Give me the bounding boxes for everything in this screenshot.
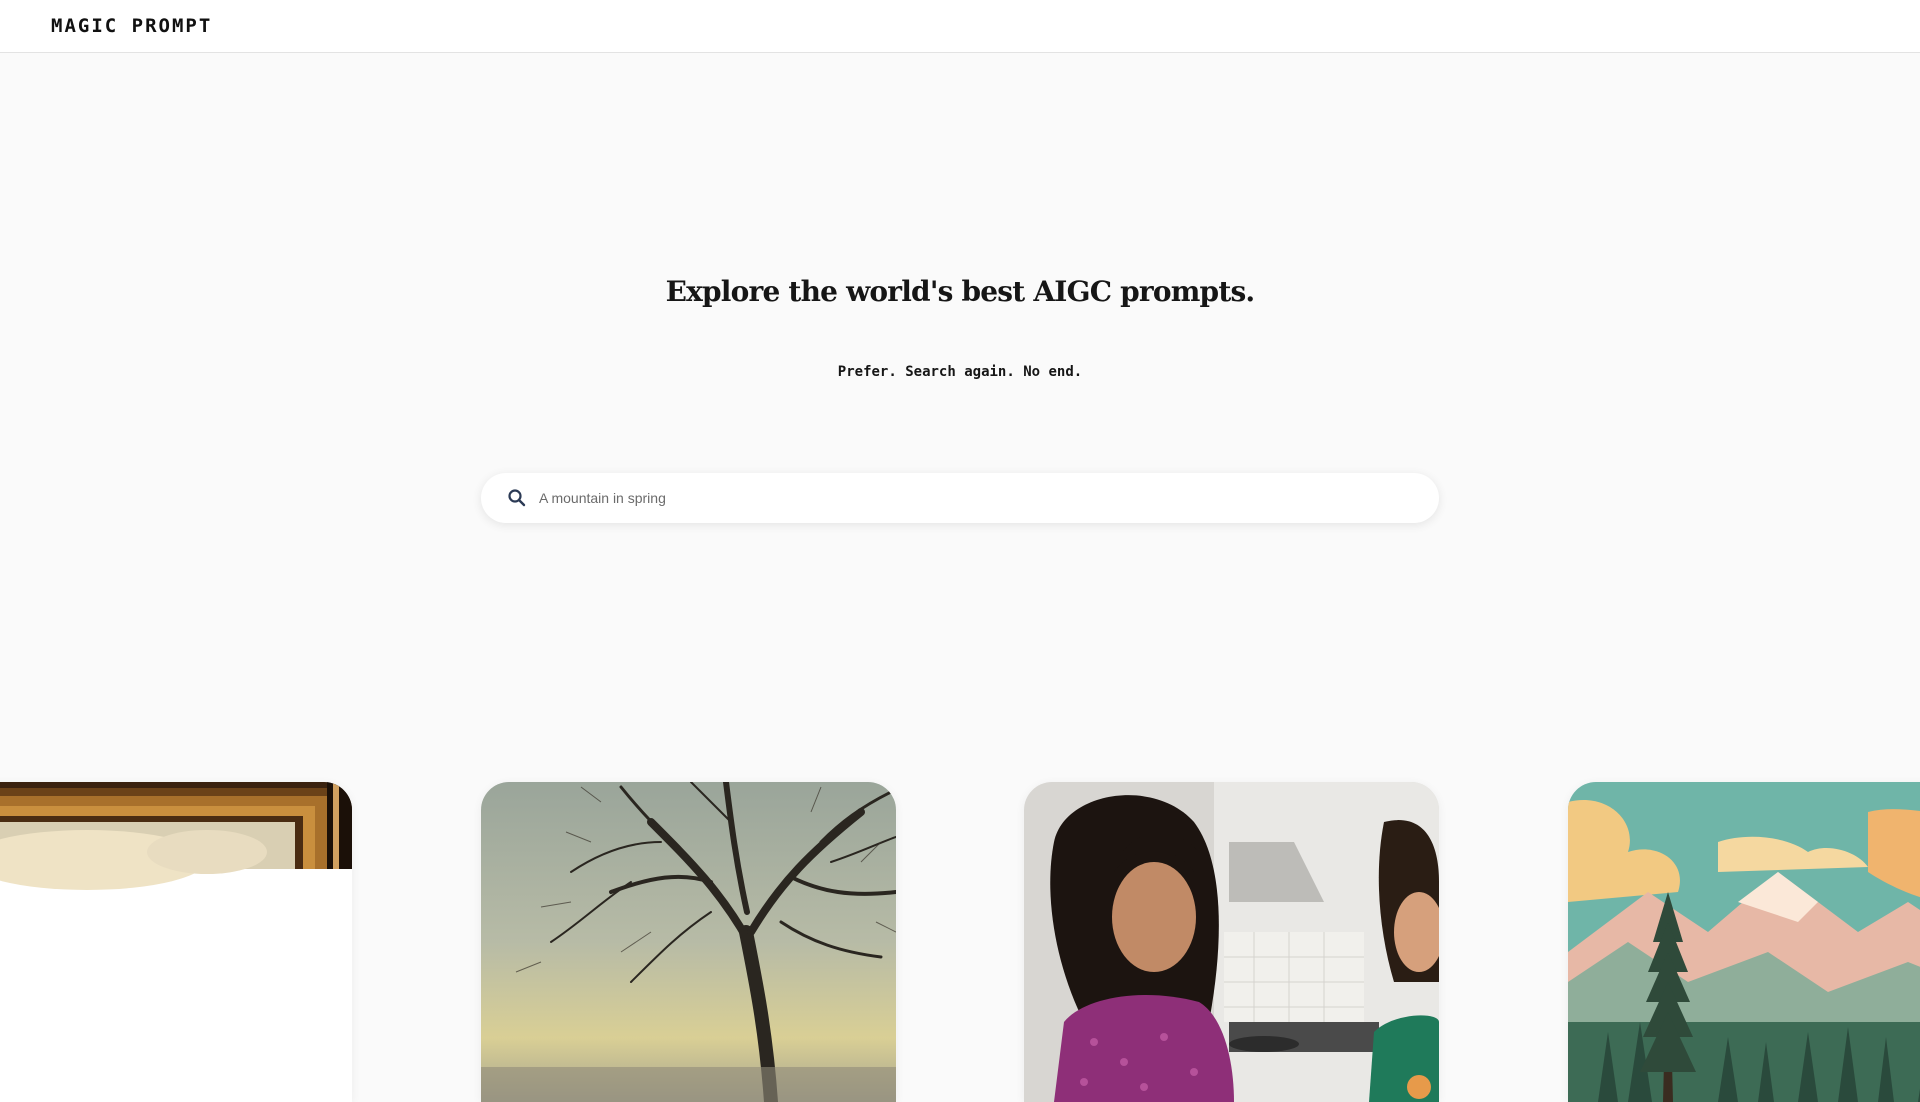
gallery-card-mountain-illustration[interactable] (1568, 782, 1920, 1102)
framed-painting-image (0, 782, 352, 1102)
gallery-card-kitchen-photo[interactable] (1024, 782, 1439, 1102)
search-bar[interactable] (481, 473, 1439, 523)
bare-tree-image (481, 782, 896, 1102)
logo[interactable]: MAGIC PROMPT (51, 15, 212, 37)
gallery-card-framed-painting[interactable] (0, 782, 352, 1102)
search-icon[interactable] (507, 488, 527, 508)
page-title: Explore the world's best AIGC prompts. (665, 275, 1256, 308)
gallery-card-bare-tree[interactable] (481, 782, 896, 1102)
mountain-illustration-image (1568, 782, 1920, 1102)
search-input[interactable] (539, 473, 1419, 523)
top-bar: MAGIC PROMPT (0, 0, 1920, 53)
kitchen-photo-image (1024, 782, 1439, 1102)
page-subtitle: Prefer. Search again. No end. (837, 364, 1083, 380)
